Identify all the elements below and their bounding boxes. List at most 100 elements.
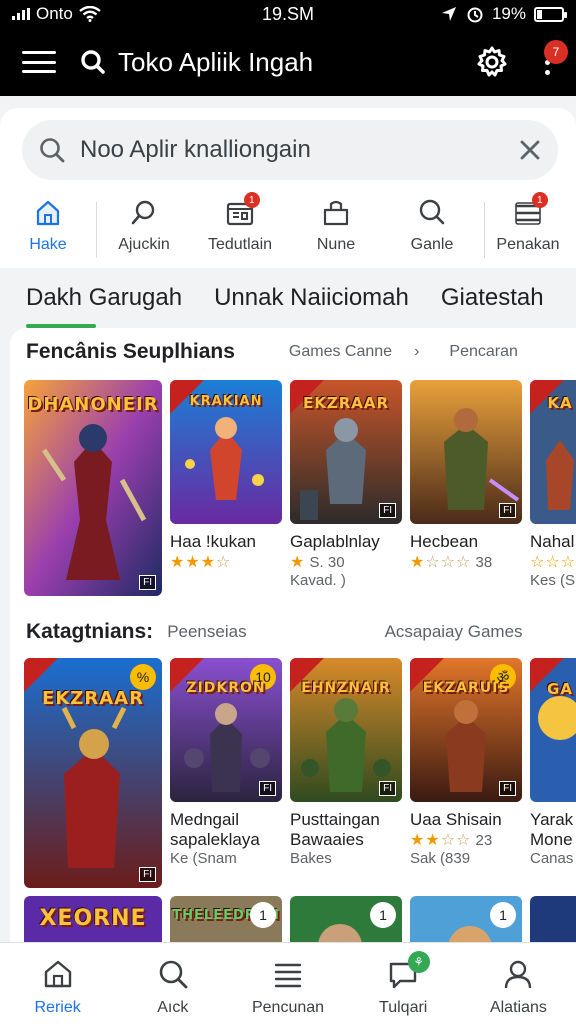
quick-item-bag[interactable]: Nune — [288, 196, 384, 268]
quick-item-find[interactable]: Ganle — [384, 196, 480, 268]
discount-badge: % — [130, 664, 156, 690]
search-icon — [131, 200, 155, 225]
bag-icon — [323, 200, 349, 226]
nav-item-search[interactable]: Aıck — [115, 943, 230, 1024]
section-header: Fencânis Seuplhians Games Canne › Pencar… — [26, 340, 576, 364]
game-card[interactable]: KRAKIAN Haa !kukan ★★★☆ — [170, 380, 282, 596]
game-card[interactable]: 1 — [410, 896, 522, 942]
close-icon[interactable] — [518, 138, 542, 162]
search-icon — [159, 960, 188, 989]
game-cover: GA — [530, 658, 576, 802]
game-card[interactable]: ॐ EKZARUIS FI Uaa Shisain ★★☆☆ 23 Sak (8… — [410, 658, 522, 888]
category-tabs: Dakh Garugah Unnak Naiiciomah Giatestah — [0, 268, 576, 328]
quick-item-label: Tedutlain — [207, 236, 273, 253]
search-input[interactable] — [80, 136, 518, 164]
game-name: Hecbean — [410, 532, 479, 551]
quick-item-search[interactable]: Ajuckin — [96, 196, 192, 268]
chevron-right-icon[interactable]: › — [414, 343, 419, 361]
cover-title: EKZRAAR — [302, 394, 390, 412]
alarm-icon — [467, 7, 483, 23]
cover-title: EKZARUIS — [422, 680, 510, 696]
section-link[interactable]: Pencaran — [449, 343, 518, 361]
search-bar[interactable] — [22, 120, 558, 180]
game-cover — [530, 896, 576, 942]
game-meta: Sak (839 — [410, 850, 471, 867]
game-card[interactable]: DHANONEIR FI — [24, 380, 162, 596]
clock: 19.SM — [261, 3, 315, 24]
game-meta: Kavad. ) — [290, 572, 346, 589]
game-card[interactable]: 1 — [290, 896, 402, 942]
tab-recommended[interactable]: Unnak Naiiciomah — [214, 268, 409, 328]
game-cover: DHANONEIR FI — [24, 380, 162, 596]
carrier-label: Onto — [36, 4, 73, 23]
nav-badge: ⚘ — [407, 951, 430, 973]
rating-mark: FI — [259, 781, 276, 796]
menu-icon[interactable] — [20, 48, 58, 76]
game-cover: EHNZNAIR FI — [290, 658, 402, 802]
quick-item-badge: 1 — [243, 192, 260, 208]
search-icon[interactable] — [80, 49, 106, 75]
quick-item-home[interactable]: Hake — [0, 196, 96, 268]
game-cover: ॐ EKZARUIS FI — [410, 658, 522, 802]
game-name: Gaplablnlay — [290, 532, 380, 551]
game-card[interactable]: EHNZNAIR FI Pusttaingan Bawaaies Bakes — [290, 658, 402, 888]
game-card[interactable] — [530, 896, 576, 942]
overflow-menu[interactable]: 7 — [539, 39, 568, 75]
nav-item-chat[interactable]: ⚘ Tulqari — [346, 943, 461, 1024]
cover-title: DHANONEIR — [27, 394, 159, 415]
cover-title: ZIDKRON — [186, 680, 266, 696]
location-icon — [441, 7, 456, 21]
game-rating-line: ★ S. 30 — [290, 554, 345, 571]
count-badge: 1 — [490, 902, 516, 928]
game-cover: 1 — [410, 896, 522, 942]
quick-item-badge: 1 — [531, 192, 548, 208]
quick-item-list[interactable]: 1 Penakan — [480, 192, 576, 268]
game-name-line2: Bawaaies — [290, 830, 364, 849]
quick-item-label: Ganle — [410, 236, 454, 253]
game-card[interactable]: THELEEDRON 1 — [170, 896, 282, 942]
rating-stars: ★★★☆ — [170, 554, 232, 571]
quick-actions: Hake Ajuckin 1 Tedutlain Nune Ganle 1 Pe… — [0, 192, 576, 268]
game-card[interactable]: GA Yarak Mone Canas — [530, 658, 576, 888]
divider — [96, 202, 97, 258]
section-subtitle: Peenseias — [167, 622, 247, 641]
count-badge: 1 — [250, 902, 276, 928]
game-rating: 23 — [475, 832, 493, 849]
game-card[interactable]: 10 ZIDKRON FI Medngail sapaleklaya Ke (S… — [170, 658, 282, 888]
game-meta: Kes (S — [530, 572, 576, 589]
rating-mark: FI — [379, 503, 396, 518]
nav-label: Pencunan — [251, 999, 325, 1016]
rating-mark: FI — [139, 867, 156, 882]
game-card[interactable]: EKZRAAR FI Gaplablnlay ★ S. 30 Kavad. ) — [290, 380, 402, 596]
game-name: Nahal — [530, 532, 575, 551]
tab-latest[interactable]: Giatestah — [441, 268, 544, 328]
game-cover: FI — [410, 380, 522, 524]
cover-title: KA — [547, 394, 573, 412]
game-cover: % EKZRAAR FI — [24, 658, 162, 888]
nav-item-home[interactable]: Reriek — [0, 943, 115, 1024]
cover-title: XEORNE — [39, 906, 147, 931]
quick-item-calendar[interactable]: 1 Tedutlain — [192, 192, 288, 268]
nav-item-profile[interactable]: Alatians — [461, 943, 576, 1024]
tab-featured[interactable]: Dakh Garugah — [26, 268, 182, 328]
game-card[interactable]: FI Hecbean ★☆☆☆ 38 — [410, 380, 522, 596]
cover-title: EHNZNAIR — [301, 680, 391, 696]
rating-mark: FI — [139, 575, 156, 590]
gear-icon[interactable] — [475, 45, 509, 79]
section-title: Fencânis Seuplhians — [26, 340, 235, 363]
section-link[interactable]: Games Canne — [289, 343, 392, 361]
section-title: Katagtnians: — [26, 620, 154, 643]
section-link[interactable]: Acsapaiay Games — [385, 622, 523, 642]
game-cover: 10 ZIDKRON FI — [170, 658, 282, 802]
nav-item-list[interactable]: Pencunan — [230, 943, 345, 1024]
search-sheet: Hake Ajuckin 1 Tedutlain Nune Ganle 1 — [0, 108, 576, 268]
game-rating: 38 — [475, 554, 493, 571]
game-card[interactable]: % EKZRAAR FI — [24, 658, 162, 888]
game-card[interactable]: KA Nahal ☆☆☆ Kes (S — [530, 380, 576, 596]
main-content: Hake Ajuckin 1 Tedutlain Nune Ganle 1 — [0, 96, 576, 942]
section-header: Katagtnians: Peenseias Acsapaiay Games — [26, 620, 576, 644]
game-meta: Canas — [530, 850, 574, 867]
game-card[interactable]: XEORNE — [24, 896, 162, 942]
card-row: XEORNE THELEEDRON 1 1 1 — [24, 896, 576, 942]
nav-label: Aıck — [157, 999, 189, 1016]
